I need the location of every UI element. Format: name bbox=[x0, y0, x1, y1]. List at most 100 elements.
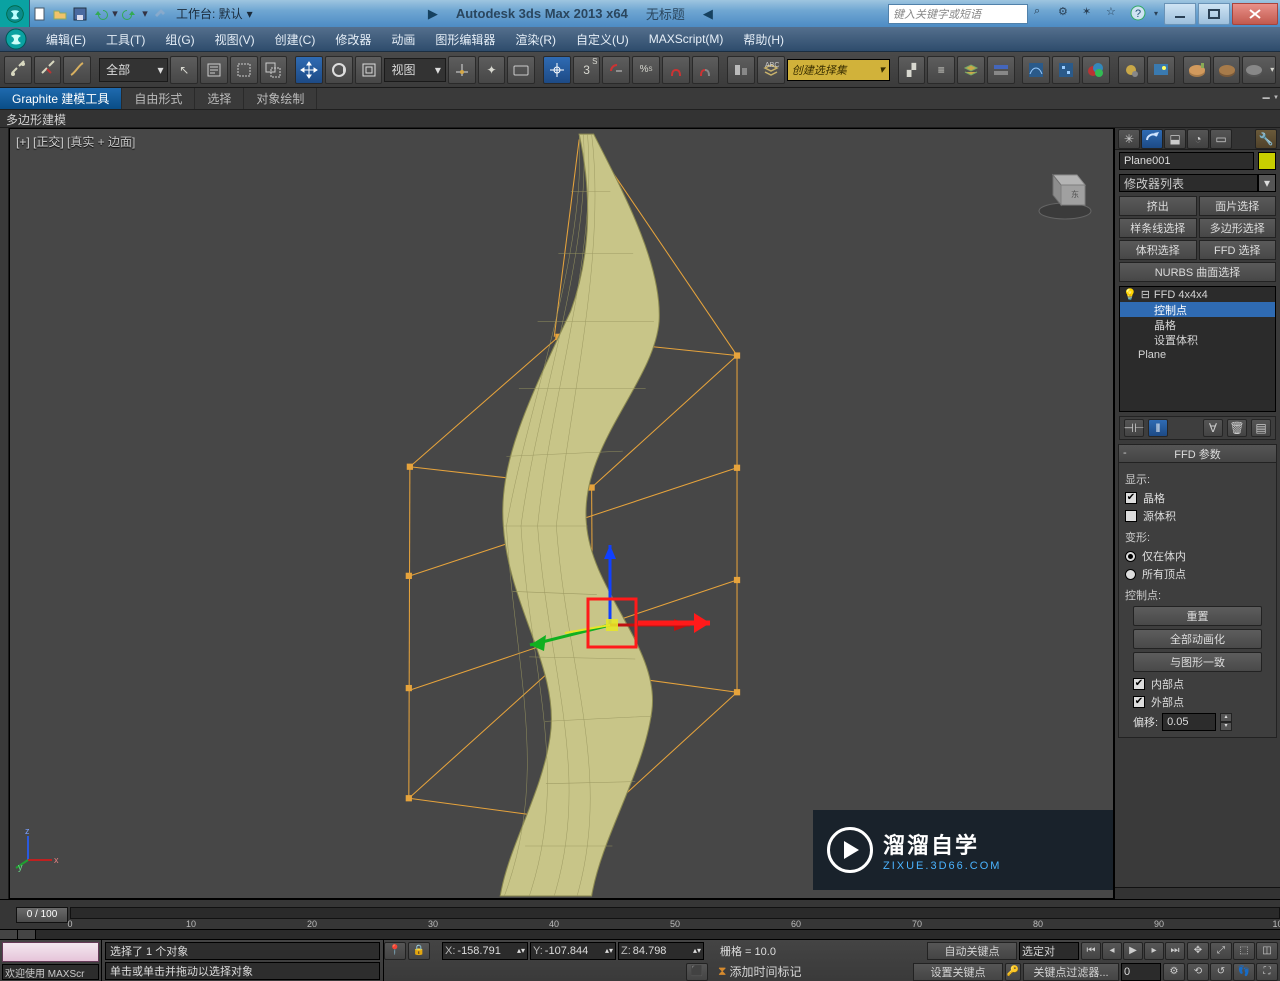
workspace-selector[interactable]: 工作台: 默认▾ bbox=[176, 5, 253, 22]
btn-extrude[interactable]: 挤出 bbox=[1119, 196, 1197, 216]
mini-listener-text[interactable]: 欢迎使用 MAXScr bbox=[2, 964, 99, 980]
menu-modifier[interactable]: 修改器 bbox=[325, 27, 381, 51]
close-button[interactable] bbox=[1232, 3, 1278, 25]
add-time-tag[interactable]: ⧗添加时间标记 bbox=[718, 963, 801, 980]
walk-icon[interactable]: 👣 bbox=[1233, 963, 1255, 981]
remove-mod-icon[interactable]: 🗑 bbox=[1227, 419, 1247, 437]
goto-end-icon[interactable]: ⏭ bbox=[1165, 942, 1185, 960]
rollout-header[interactable]: -FFD 参数 bbox=[1119, 445, 1276, 463]
stack-set-volume[interactable]: 设置体积 bbox=[1120, 332, 1275, 347]
auto-key-button[interactable]: 自动关键点 bbox=[927, 942, 1017, 960]
zoom-extents-icon[interactable]: ⬚ bbox=[1233, 942, 1255, 960]
show-end-result-icon[interactable]: ǁ bbox=[1148, 419, 1168, 437]
undo-dropdown-icon[interactable]: ▾ bbox=[110, 4, 120, 24]
menu-tools[interactable]: 工具(T) bbox=[96, 27, 155, 51]
graphite-sub-panel[interactable]: 多边形建模 bbox=[0, 110, 1280, 128]
render-active-icon[interactable]: ▾ bbox=[1242, 56, 1276, 84]
schematic-view-icon[interactable] bbox=[1052, 56, 1080, 84]
time-slider[interactable]: 0 / 100 bbox=[16, 907, 68, 923]
btn-reset[interactable]: 重置 bbox=[1133, 606, 1262, 626]
rad-inside-only[interactable]: 仅在体内 bbox=[1125, 547, 1270, 565]
render-prod-icon[interactable] bbox=[1183, 56, 1211, 84]
time-ruler[interactable]: 0102030405060708090100 bbox=[70, 901, 1280, 929]
link-icon[interactable] bbox=[150, 4, 170, 24]
key-filters-button[interactable]: 关键点过滤器... bbox=[1023, 963, 1119, 981]
fov-icon[interactable]: ◫ bbox=[1256, 942, 1278, 960]
btn-patch-select[interactable]: 面片选择 bbox=[1199, 196, 1277, 216]
exchange-icon[interactable]: ✶ bbox=[1082, 5, 1100, 23]
undo-icon[interactable] bbox=[90, 4, 110, 24]
rad-all-verts[interactable]: 所有顶点 bbox=[1125, 565, 1270, 583]
coord-z[interactable]: Z:84.798▴▾ bbox=[618, 942, 704, 960]
btn-vol-select[interactable]: 体积选择 bbox=[1119, 240, 1197, 260]
help-icon[interactable]: ? bbox=[1130, 5, 1148, 23]
graphite-tab-paint[interactable]: 对象绘制 bbox=[244, 88, 317, 109]
roll-icon[interactable]: ↺ bbox=[1210, 963, 1232, 981]
coord-x[interactable]: X:-158.791▴▾ bbox=[442, 942, 528, 960]
graphite-tab-modeling[interactable]: Graphite 建模工具 bbox=[0, 88, 122, 109]
track-bar[interactable] bbox=[0, 929, 1280, 939]
tab-display-icon[interactable]: ▭ bbox=[1210, 129, 1232, 149]
new-icon[interactable] bbox=[30, 4, 50, 24]
object-color-swatch[interactable] bbox=[1258, 152, 1276, 170]
max-toggle-icon[interactable]: ⛶ bbox=[1256, 963, 1278, 981]
curve-editor-icon[interactable] bbox=[1022, 56, 1050, 84]
make-unique-icon[interactable]: ∀ bbox=[1203, 419, 1223, 437]
keyboard-shortcut-icon[interactable] bbox=[507, 56, 535, 84]
rect-select-icon[interactable] bbox=[230, 56, 258, 84]
app-icon[interactable] bbox=[0, 0, 30, 27]
pivot-center-icon[interactable] bbox=[448, 56, 476, 84]
rendered-frame-icon[interactable] bbox=[1147, 56, 1175, 84]
offset-spinner-buttons[interactable]: ▴▾ bbox=[1220, 713, 1232, 731]
open-icon[interactable] bbox=[50, 4, 70, 24]
tab-utilities-icon[interactable]: 🔧 bbox=[1255, 129, 1277, 149]
menu-custom[interactable]: 自定义(U) bbox=[566, 27, 639, 51]
mirror-icon[interactable] bbox=[692, 56, 720, 84]
graphite-tab-freeform[interactable]: 自由形式 bbox=[122, 88, 195, 109]
coord-y[interactable]: Y:-107.844▴▾ bbox=[530, 942, 616, 960]
pin-stack-icon[interactable]: ⊣⊢ bbox=[1124, 419, 1144, 437]
app-menu-orb[interactable] bbox=[4, 27, 36, 52]
orbit-icon[interactable]: ⟲ bbox=[1187, 963, 1209, 981]
menu-group[interactable]: 组(G) bbox=[155, 27, 204, 51]
layer-manager-icon[interactable]: ABC bbox=[757, 56, 785, 84]
menu-graph[interactable]: 图形编辑器 bbox=[425, 27, 505, 51]
btn-poly-select[interactable]: 多边形选择 bbox=[1199, 218, 1277, 238]
maximize-button[interactable] bbox=[1198, 3, 1230, 25]
prev-frame-icon[interactable]: ◂ bbox=[1102, 942, 1122, 960]
pan-view-icon[interactable]: ✥ bbox=[1187, 942, 1209, 960]
menu-create[interactable]: 创建(C) bbox=[265, 27, 326, 51]
goto-start-icon[interactable]: ⏮ bbox=[1081, 942, 1101, 960]
tab-motion-icon[interactable]: ◔ bbox=[1187, 129, 1209, 149]
chk-lattice[interactable]: ✔晶格 bbox=[1125, 489, 1270, 507]
btn-conform-shape[interactable]: 与图形一致 bbox=[1133, 652, 1262, 672]
graphite-ribbon-icon[interactable] bbox=[987, 56, 1015, 84]
zoom-view-icon[interactable]: ⤢ bbox=[1210, 942, 1232, 960]
btn-animate-all[interactable]: 全部动画化 bbox=[1133, 629, 1262, 649]
set-key-button[interactable]: 设置关键点 bbox=[913, 963, 1003, 981]
named-selection-set[interactable]: 创建选择集▾ bbox=[787, 59, 890, 81]
menu-anim[interactable]: 动画 bbox=[381, 27, 425, 51]
subscription-icon[interactable]: ⚙ bbox=[1058, 5, 1076, 23]
current-frame-field[interactable]: 0 bbox=[1121, 963, 1161, 981]
infocenter-icon[interactable]: ⌕ bbox=[1034, 5, 1052, 23]
angle-snap-icon[interactable]: 3S bbox=[573, 56, 601, 84]
align-icon[interactable] bbox=[727, 56, 755, 84]
edit-named-sel-icon[interactable] bbox=[662, 56, 690, 84]
stack-lattice[interactable]: 晶格 bbox=[1120, 317, 1275, 332]
select-object-icon[interactable]: ↖ bbox=[170, 56, 198, 84]
menu-edit[interactable]: 编辑(E) bbox=[36, 27, 96, 51]
select-by-name-icon[interactable] bbox=[200, 56, 228, 84]
key-mode-dropdown[interactable]: 选定对 bbox=[1019, 942, 1079, 960]
scale-tool-icon[interactable] bbox=[355, 56, 383, 84]
save-icon[interactable] bbox=[70, 4, 90, 24]
tab-modify-icon[interactable] bbox=[1141, 129, 1163, 149]
bind-space-warp-icon[interactable] bbox=[63, 56, 91, 84]
render-iterate-icon[interactable] bbox=[1213, 56, 1241, 84]
play-icon[interactable]: ▶ bbox=[1123, 942, 1143, 960]
key-big-button-icon[interactable]: 🔑 bbox=[1005, 963, 1021, 981]
btn-ffd-select[interactable]: FFD 选择 bbox=[1199, 240, 1277, 260]
redo-icon[interactable] bbox=[120, 4, 140, 24]
maxscript-mini-listener[interactable]: 欢迎使用 MAXScr bbox=[0, 940, 102, 981]
tab-create-icon[interactable]: ✳ bbox=[1118, 129, 1140, 149]
